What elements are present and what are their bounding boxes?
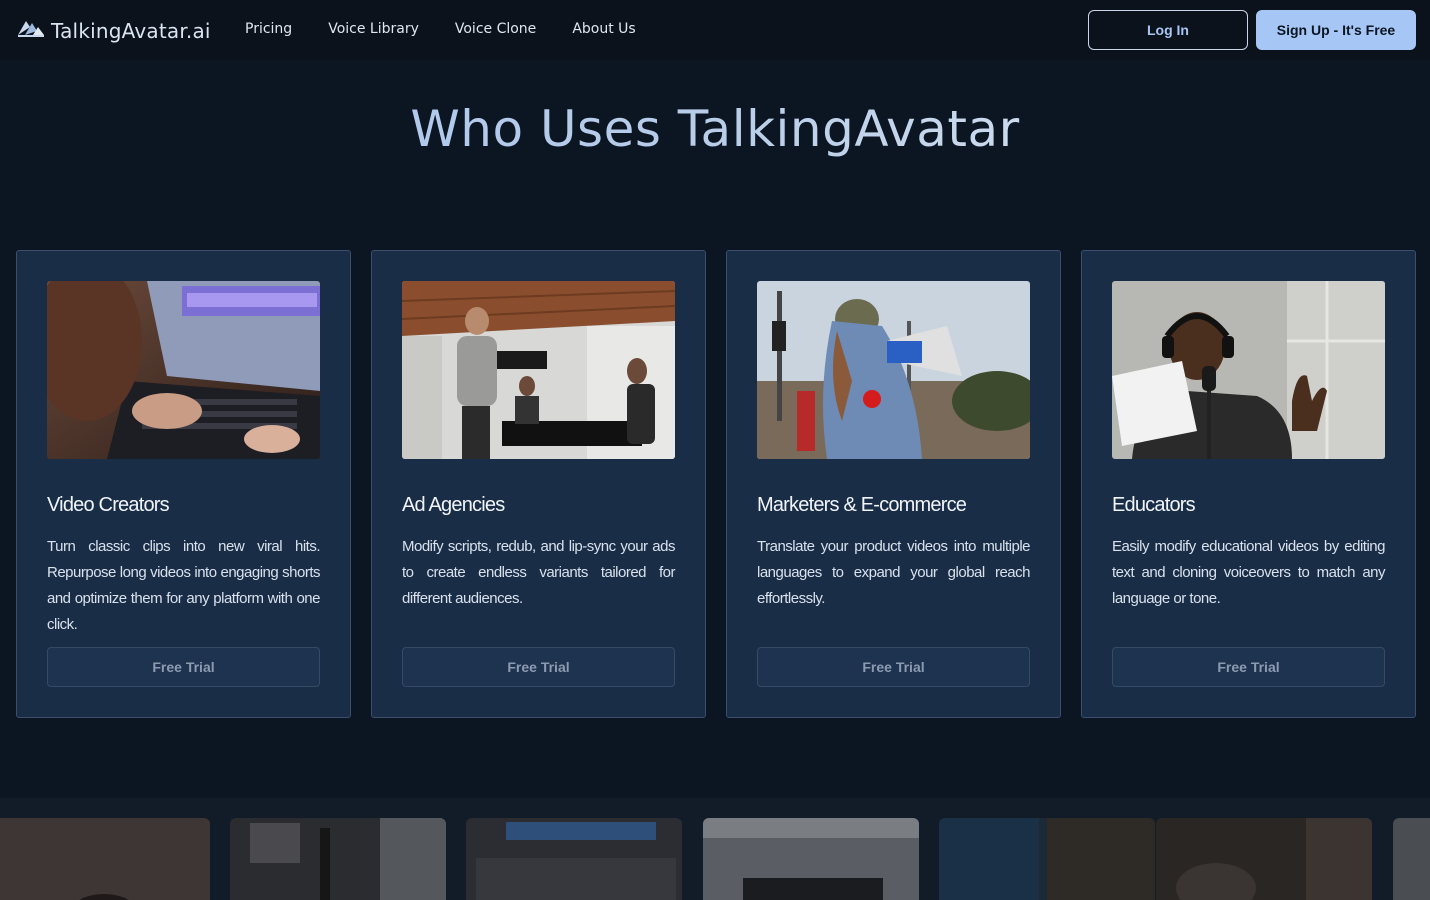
thumbnail-image[interactable] xyxy=(0,818,210,900)
film-crew-photo xyxy=(402,281,675,459)
free-trial-button[interactable]: Free Trial xyxy=(757,647,1030,687)
thumbnail-image[interactable] xyxy=(703,818,919,900)
nav-link-voice-clone[interactable]: Voice Clone xyxy=(455,21,536,37)
free-trial-button[interactable]: Free Trial xyxy=(47,647,320,687)
use-case-cards: Video Creators Turn classic clips into n… xyxy=(16,250,1430,718)
card-ad-agencies: Ad Agencies Modify scripts, redub, and l… xyxy=(371,250,706,718)
thumbnail-image[interactable] xyxy=(1156,818,1372,900)
card-title: Marketers & E-commerce xyxy=(757,494,967,516)
free-trial-button[interactable]: Free Trial xyxy=(402,647,675,687)
card-video-creators: Video Creators Turn classic clips into n… xyxy=(16,250,351,718)
card-description: Turn classic clips into new viral hits. … xyxy=(47,538,321,633)
signup-button[interactable]: Sign Up - It's Free xyxy=(1256,10,1416,50)
card-description: Easily modify educational videos by edit… xyxy=(1112,538,1386,607)
free-trial-button[interactable]: Free Trial xyxy=(1112,647,1385,687)
laptop-photo xyxy=(47,281,320,459)
nav-link-about-us[interactable]: About Us xyxy=(572,21,635,37)
card-educators: Educators Easily modify educational vide… xyxy=(1081,250,1416,718)
card-marketers: Marketers & E-commerce Translate your pr… xyxy=(726,250,1061,718)
login-button[interactable]: Log In xyxy=(1088,10,1248,50)
thumbnail-image[interactable] xyxy=(230,818,446,900)
brand-name: TalkingAvatar.ai xyxy=(51,18,211,43)
thumbnail-strip xyxy=(0,798,1430,900)
card-description: Translate your product videos into multi… xyxy=(757,538,1031,607)
thumbnail-image[interactable] xyxy=(939,818,1155,900)
card-description: Modify scripts, redub, and lip-sync your… xyxy=(402,538,676,607)
thumbnail-image[interactable] xyxy=(1393,818,1430,900)
card-title: Ad Agencies xyxy=(402,494,505,516)
nav-links: Pricing Voice Library Voice Clone About … xyxy=(245,21,672,37)
card-title: Video Creators xyxy=(47,494,170,516)
podcast-photo xyxy=(1112,281,1385,459)
nav-link-voice-library[interactable]: Voice Library xyxy=(328,21,419,37)
nav-link-pricing[interactable]: Pricing xyxy=(245,21,292,37)
top-nav: TalkingAvatar.ai Pricing Voice Library V… xyxy=(0,0,1430,60)
megaphone-photo xyxy=(757,281,1030,459)
card-title: Educators xyxy=(1112,494,1196,516)
logo-icon xyxy=(16,17,46,44)
thumbnail-image[interactable] xyxy=(466,818,682,900)
brand-logo[interactable]: TalkingAvatar.ai xyxy=(16,17,211,44)
section-title: Who Uses TalkingAvatar xyxy=(0,100,1430,158)
